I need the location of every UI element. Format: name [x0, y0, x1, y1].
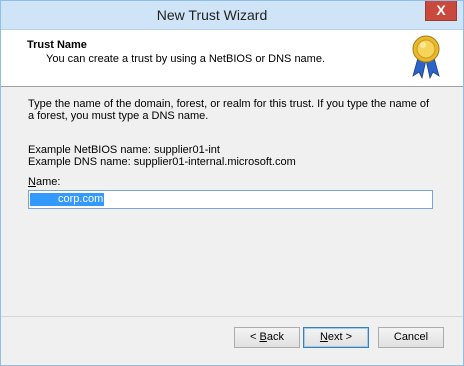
wizard-header: Trust Name You can create a trust by usi… [1, 30, 463, 87]
certificate-ribbon-icon [412, 35, 440, 80]
next-label: ext > [327, 331, 353, 343]
title-bar[interactable]: New Trust Wizard X [1, 1, 463, 30]
name-input[interactable]: corp.com [28, 190, 433, 209]
name-label-accelerator: N [28, 176, 36, 188]
example-dns: Example DNS name: supplier01-internal.mi… [28, 156, 296, 168]
name-label: Name: [28, 176, 60, 188]
wizard-content: Type the name of the domain, forest, or … [1, 87, 463, 315]
page-title: Trust Name [27, 39, 87, 51]
next-accelerator: N [319, 331, 328, 343]
name-label-text: ame: [35, 176, 61, 188]
back-accelerator: B [259, 331, 267, 343]
close-button[interactable]: X [425, 1, 457, 21]
next-button[interactable]: Next > [303, 327, 369, 348]
back-label: ack [266, 331, 284, 343]
example-netbios: Example NetBIOS name: supplier01-int [28, 144, 220, 156]
examples-block: Example NetBIOS name: supplier01-int Exa… [28, 144, 296, 168]
description-text: Type the name of the domain, forest, or … [28, 98, 430, 122]
back-prefix: < [250, 331, 260, 343]
page-subtitle: You can create a trust by using a NetBIO… [46, 53, 326, 65]
name-input-value: corp.com [30, 193, 105, 206]
footer-separator [1, 316, 463, 317]
back-button[interactable]: < Back [234, 327, 300, 348]
cancel-button[interactable]: Cancel [378, 327, 444, 348]
wizard-window: New Trust Wizard X Trust Name You can cr… [0, 0, 464, 366]
window-title: New Trust Wizard [156, 7, 268, 23]
